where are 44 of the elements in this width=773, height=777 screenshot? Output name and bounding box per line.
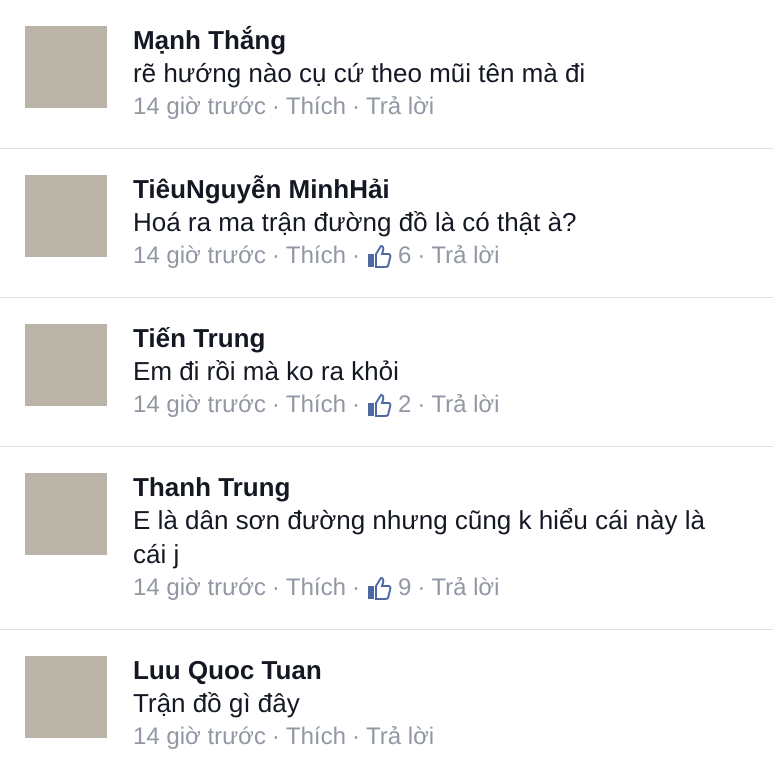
author-name[interactable]: Thanh Trung: [133, 471, 733, 503]
comment-text: Hoá ra ma trận đường đồ là có thật à?: [133, 206, 576, 239]
like-count: 9: [398, 573, 412, 603]
separator-dot: ·: [272, 722, 280, 752]
timestamp: 14 giờ trước: [133, 92, 266, 122]
like-count: 6: [398, 241, 412, 271]
separator-dot: ·: [272, 573, 280, 603]
action-link[interactable]: Thích: [286, 239, 346, 273]
author-name[interactable]: Luu Quoc Tuan: [133, 654, 434, 686]
author-name[interactable]: Mạnh Thắng: [133, 24, 586, 56]
thumbs-up-icon: [366, 243, 392, 269]
thumbs-up-icon: [366, 392, 392, 418]
thumbs-up-icon: [366, 575, 392, 601]
comment-text: Em đi rồi mà ko ra khỏi: [133, 355, 400, 388]
timestamp: 14 giờ trước: [133, 241, 266, 271]
action-link[interactable]: Trả lời: [431, 571, 500, 605]
action-link[interactable]: Trả lời: [431, 239, 500, 273]
author-name[interactable]: TiêuNguyễn MinhHải: [133, 173, 576, 205]
timestamp: 14 giờ trước: [133, 390, 266, 420]
separator-dot: ·: [352, 573, 360, 603]
separator-dot: ·: [272, 241, 280, 271]
like-count: 2: [398, 390, 412, 420]
separator-dot: ·: [417, 390, 426, 420]
separator-dot: ·: [352, 390, 360, 420]
timestamp: 14 giờ trước: [133, 722, 266, 752]
action-link[interactable]: Thích: [286, 720, 346, 754]
comment-text: Trận đồ gì đây: [133, 687, 301, 720]
separator-dot: ·: [352, 92, 360, 122]
separator-dot: ·: [417, 573, 426, 603]
action-link[interactable]: Trả lời: [366, 90, 434, 124]
author-name[interactable]: Tiến Trung: [133, 322, 500, 354]
action-link[interactable]: Thích: [286, 388, 346, 422]
comment-text: rẽ hướng nào cụ cứ theo mũi tên mà đi: [133, 57, 586, 90]
separator-dot: ·: [417, 241, 426, 271]
action-link[interactable]: Trả lời: [431, 388, 500, 422]
action-link[interactable]: Trả lời: [366, 720, 434, 754]
timestamp: 14 giờ trước: [133, 573, 266, 603]
separator-dot: ·: [352, 722, 360, 752]
action-link[interactable]: Thích: [286, 90, 346, 124]
comment-text: E là dân sơn đường nhưng cũng k hiểu cái này là cái j: [133, 504, 706, 571]
separator-dot: ·: [352, 241, 360, 271]
action-link[interactable]: Thích: [286, 571, 346, 605]
separator-dot: ·: [272, 390, 280, 420]
separator-dot: ·: [272, 92, 280, 122]
